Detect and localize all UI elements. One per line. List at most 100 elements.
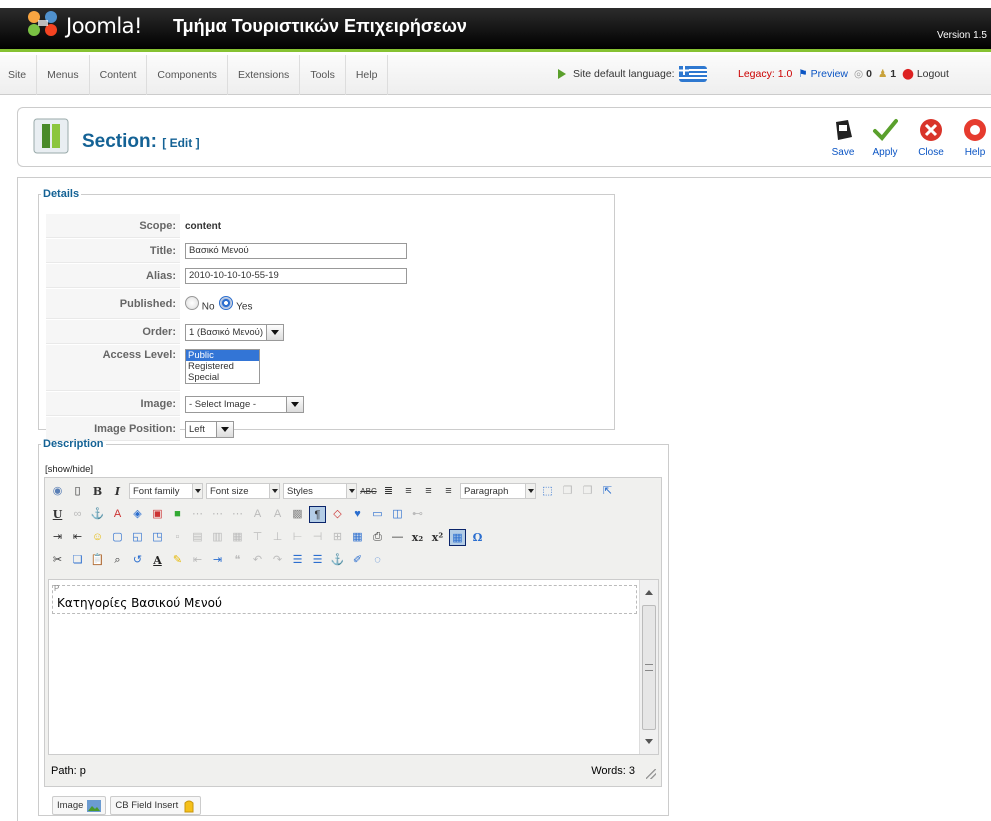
bold-icon[interactable]: B	[89, 483, 106, 500]
spellcheck-icon[interactable]: A	[109, 506, 126, 523]
copy-icon[interactable]: ❐	[559, 483, 576, 500]
insert-date-icon[interactable]: ◳	[149, 529, 166, 546]
published-yes-radio[interactable]	[219, 295, 234, 310]
about-icon[interactable]: ◉	[49, 483, 66, 500]
insert-text-icon[interactable]: A	[269, 506, 286, 523]
visual-chars-icon[interactable]: ◇	[329, 506, 346, 523]
messages-indicator[interactable]: ◎ 0	[854, 68, 872, 80]
align-left-icon[interactable]: ≡	[420, 483, 437, 500]
anchor-icon[interactable]: ⚓	[89, 506, 106, 523]
forecolor-icon[interactable]: A	[149, 552, 166, 569]
new-document-icon[interactable]: ▯	[69, 483, 86, 500]
cleanup-brush-icon[interactable]: ✐	[349, 552, 366, 569]
save-button[interactable]: Save	[826, 117, 860, 158]
row-after-icon[interactable]: ⊥	[269, 529, 286, 546]
menu-menus[interactable]: Menus	[37, 55, 90, 95]
access-option-special[interactable]: Special	[186, 372, 259, 383]
template-icon[interactable]: ■	[169, 506, 186, 523]
outdent-icon[interactable]: ⇤	[189, 552, 206, 569]
print-icon[interactable]: ⎙	[369, 529, 386, 546]
col-after-icon[interactable]: ⊣	[309, 529, 326, 546]
close-button[interactable]: Close	[914, 117, 948, 158]
backcolor-icon[interactable]: ✎	[169, 552, 186, 569]
blockquote-icon[interactable]: ❝	[229, 552, 246, 569]
cut-icon[interactable]: ✂	[49, 552, 66, 569]
table-controls-icon[interactable]: ▦	[449, 528, 466, 546]
paragraph-select[interactable]: Paragraph	[460, 483, 536, 499]
table-icon[interactable]: ▤	[189, 529, 206, 546]
editor-text[interactable]: Κατηγορίες Βασικού Μενού	[57, 596, 222, 610]
resize-handle-icon[interactable]	[646, 769, 656, 779]
site-language[interactable]: Site default language:	[556, 66, 707, 82]
editor-scrollbar[interactable]	[639, 580, 658, 754]
scroll-down-icon[interactable]	[645, 739, 653, 744]
html-source-icon[interactable]: ◈	[129, 506, 146, 523]
editor-content-area[interactable]: P Κατηγορίες Βασικού Μενού	[48, 579, 659, 755]
font-family-select[interactable]: Font family	[129, 483, 203, 499]
horizontal-rule-icon[interactable]: —	[389, 529, 406, 546]
rtl-icon[interactable]: ⇤	[69, 529, 86, 546]
paragraph-block[interactable]: P Κατηγορίες Βασικού Μενού	[52, 584, 637, 614]
align-justify-icon[interactable]: ≣	[380, 483, 397, 500]
col-before-icon[interactable]: ⊢	[289, 529, 306, 546]
cell-props-icon[interactable]: ▦	[229, 529, 246, 546]
merge-cells-icon[interactable]: ▦	[349, 529, 366, 546]
menu-content[interactable]: Content	[90, 55, 148, 95]
menu-help[interactable]: Help	[346, 55, 389, 95]
alias-input[interactable]: 2010-10-10-10-55-19	[185, 268, 407, 284]
show-blocks-icon[interactable]: ¶	[309, 505, 326, 523]
help-button[interactable]: Help	[958, 117, 991, 158]
bullet-list-icon[interactable]: ☰	[309, 552, 326, 569]
ltr-icon[interactable]: ⇥	[49, 529, 66, 546]
styles-select[interactable]: Styles	[283, 483, 357, 499]
row-props-icon[interactable]: ▥	[209, 529, 226, 546]
nonbreaking-icon[interactable]: ⊷	[409, 506, 426, 523]
copy-doc-icon[interactable]: ❏	[69, 552, 86, 569]
paste-word-icon[interactable]: 📋	[89, 552, 106, 569]
layer-icon[interactable]: ▭	[369, 506, 386, 523]
cb-field-insert-button[interactable]: CB Field Insert	[110, 796, 202, 815]
subscript-icon[interactable]: x₂	[409, 529, 426, 546]
show-hide-link[interactable]: [show/hide]	[45, 464, 93, 475]
select-all-icon[interactable]: ⬚	[539, 483, 556, 500]
menu-site[interactable]: Site	[0, 55, 38, 95]
attributes-icon[interactable]: ▩	[289, 506, 306, 523]
search-icon[interactable]: ⌕	[109, 552, 126, 569]
cite-icon[interactable]: ⋯	[189, 506, 206, 523]
help-editor-icon[interactable]: ◌	[369, 552, 386, 569]
italic-icon[interactable]: I	[109, 483, 126, 500]
link-anchor-icon[interactable]: ⚓	[329, 552, 346, 569]
unlink-icon[interactable]: ∞	[69, 506, 86, 523]
access-option-registered[interactable]: Registered	[186, 361, 259, 372]
logout-link[interactable]: ⬤ Logout	[902, 68, 949, 80]
paste-icon[interactable]: ❐	[579, 483, 596, 500]
align-right-icon[interactable]: ≡	[440, 483, 457, 500]
row-before-icon[interactable]: ⊤	[249, 529, 266, 546]
font-size-select[interactable]: Font size	[206, 483, 280, 499]
delete-text-icon[interactable]: A	[249, 506, 266, 523]
indent-icon[interactable]: ⇥	[209, 552, 226, 569]
cleanup-icon[interactable]: ♥	[349, 506, 366, 523]
apply-button[interactable]: Apply	[868, 117, 902, 158]
numbered-list-icon[interactable]: ☰	[289, 552, 306, 569]
image-position-select[interactable]: Left	[185, 420, 234, 438]
preview-doc-icon[interactable]: ◱	[129, 529, 146, 546]
menu-components[interactable]: Components	[147, 55, 228, 95]
fullscreen-icon[interactable]: ◫	[389, 506, 406, 523]
underline-icon[interactable]: U	[49, 506, 66, 523]
media-icon[interactable]: ▣	[149, 506, 166, 523]
emotions-icon[interactable]: ☺	[89, 529, 106, 546]
insert-image-button[interactable]: Image	[52, 796, 107, 815]
preview-link[interactable]: ⚑ Preview	[798, 68, 848, 80]
menu-extensions[interactable]: Extensions	[228, 55, 301, 95]
access-level-list[interactable]: Public Registered Special	[185, 349, 260, 384]
order-select[interactable]: 1 (Βασικό Μενού)	[185, 323, 284, 341]
split-cells-icon[interactable]: ⊞	[329, 529, 346, 546]
menu-tools[interactable]: Tools	[300, 55, 346, 95]
access-option-public[interactable]: Public	[186, 350, 259, 361]
published-no-radio[interactable]	[185, 295, 199, 310]
abbr-icon[interactable]: ⋯	[209, 506, 226, 523]
undo-icon[interactable]: ↶	[249, 552, 266, 569]
insert-icon[interactable]: ⇱	[599, 483, 616, 500]
title-input[interactable]: Βασικό Μενού	[185, 243, 407, 259]
